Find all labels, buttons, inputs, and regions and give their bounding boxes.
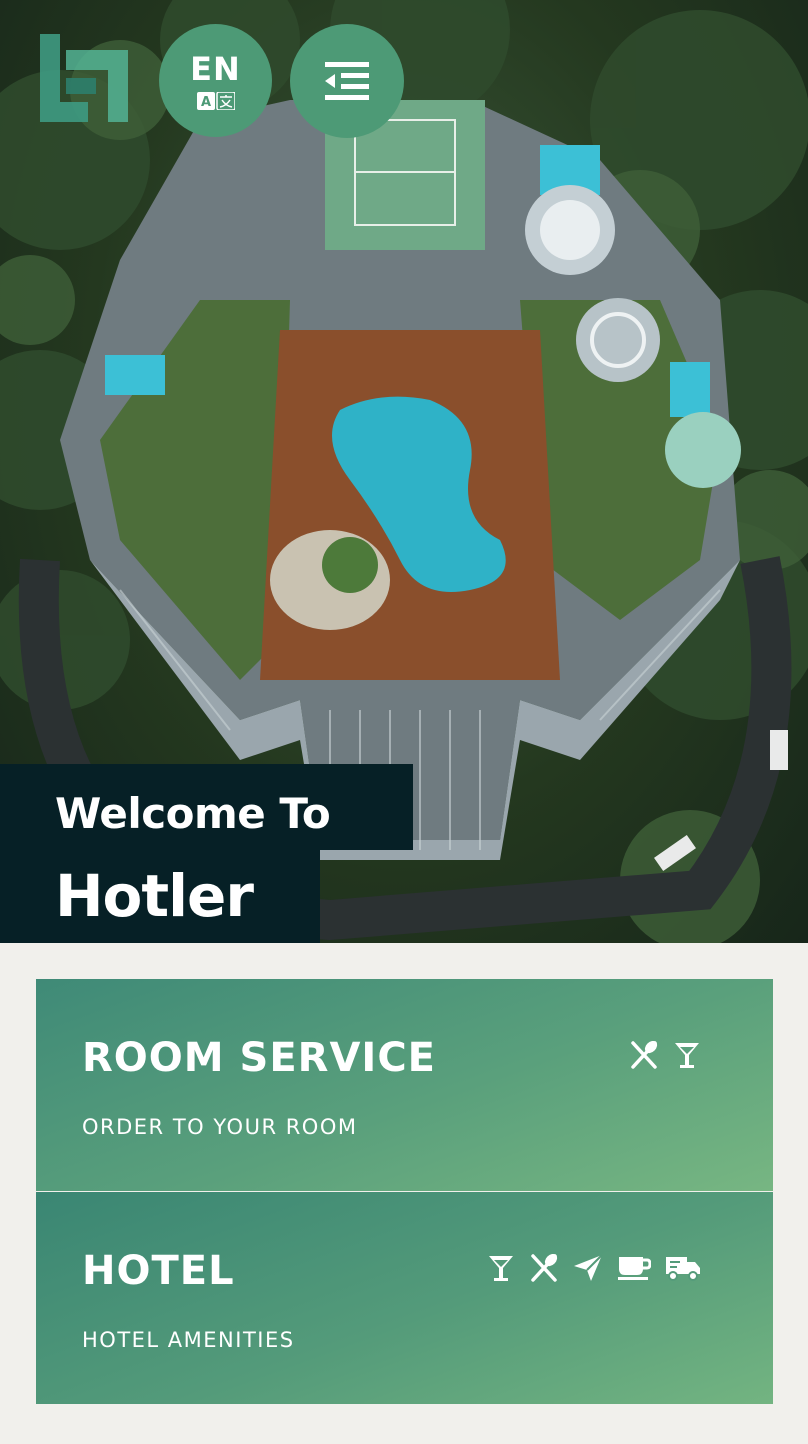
card-title: ROOM SERVICE — [82, 1035, 436, 1081]
card-icons — [629, 1041, 701, 1069]
menu-indent-icon — [325, 62, 369, 100]
utensils-icon — [531, 1254, 558, 1282]
room-service-card[interactable]: ROOM SERVICE ORDER TO YOUR ROOM — [36, 979, 773, 1191]
hero-banner: EN A Welcome To Hotler — [0, 0, 808, 943]
paper-plane-icon — [574, 1254, 603, 1281]
top-bar: EN A — [0, 0, 808, 140]
language-button[interactable]: EN A — [159, 24, 272, 137]
hotler-logo[interactable] — [36, 30, 132, 126]
language-code: EN — [190, 49, 241, 88]
svg-text:A: A — [200, 95, 210, 110]
cocktail-icon — [489, 1256, 513, 1281]
utensils-icon — [631, 1041, 658, 1069]
card-subtitle: HOTEL AMENITIES — [82, 1328, 295, 1352]
coffee-icon — [618, 1257, 651, 1280]
card-icons — [487, 1254, 701, 1282]
translate-icon: A — [196, 91, 235, 110]
menu-button[interactable] — [290, 24, 404, 138]
welcome-text: Welcome To — [55, 789, 331, 838]
logo-icon — [40, 34, 128, 122]
card-subtitle: ORDER TO YOUR ROOM — [82, 1115, 358, 1139]
hotel-amenities-card[interactable]: HOTEL HOTEL AMENITIES — [36, 1192, 773, 1404]
card-title: HOTEL — [82, 1248, 235, 1294]
truck-icon — [666, 1257, 700, 1281]
hotel-name: Hotler — [55, 862, 254, 930]
cocktail-icon — [675, 1043, 699, 1068]
